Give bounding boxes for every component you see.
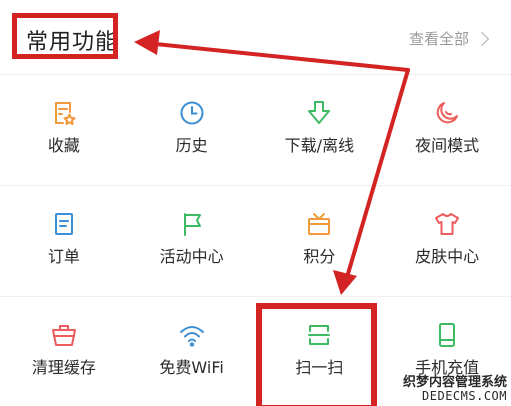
clear-cache-button[interactable]: 清理缓存 (0, 297, 128, 406)
moon-icon (433, 99, 461, 127)
basket-icon (50, 321, 78, 349)
history-button[interactable]: 历史 (128, 75, 256, 185)
free-wifi-button[interactable]: 免费WiFi (128, 297, 256, 406)
history-label: 历史 (175, 136, 208, 155)
night-mode-label: 夜间模式 (415, 136, 480, 155)
star-note-icon (50, 99, 78, 127)
download-offline-button[interactable]: 下载/离线 (256, 75, 384, 185)
points-button[interactable]: 积分 (256, 186, 384, 296)
activity-center-button[interactable]: 活动中心 (128, 186, 256, 296)
order-doc-icon (50, 210, 78, 238)
grid-row-2: 订单 活动中心 积分 皮肤中心 (0, 186, 511, 297)
orders-button[interactable]: 订单 (0, 186, 128, 296)
tshirt-icon (433, 210, 461, 238)
clock-icon (178, 99, 206, 127)
watermark: 织梦内容管理系统 DEDECMS.COM (402, 374, 507, 403)
favorites-label: 收藏 (47, 136, 80, 155)
night-mode-button[interactable]: 夜间模式 (383, 75, 511, 185)
phone-icon (433, 321, 461, 349)
chevron-right-icon (474, 31, 490, 46)
tv-points-icon (305, 210, 333, 238)
annotation-box-scan (256, 303, 377, 406)
skin-center-button[interactable]: 皮肤中心 (383, 186, 511, 296)
view-all-label: 查看全部 (408, 30, 469, 48)
download-offline-label: 下载/离线 (284, 136, 355, 155)
activity-center-label: 活动中心 (159, 247, 224, 266)
flag-icon (178, 210, 206, 238)
orders-label: 订单 (47, 247, 80, 266)
free-wifi-label: 免费WiFi (159, 358, 224, 377)
watermark-line-2: DEDECMS.COM (422, 388, 507, 403)
skin-center-label: 皮肤中心 (415, 247, 480, 266)
clear-cache-label: 清理缓存 (31, 358, 96, 377)
view-all-link[interactable]: 查看全部 (408, 28, 490, 49)
favorites-button[interactable]: 收藏 (0, 75, 128, 185)
annotation-box-title (12, 13, 118, 59)
points-label: 积分 (303, 247, 336, 266)
wifi-icon (178, 321, 206, 349)
screen: 常用功能 查看全部 收藏 历史 下载/离线 夜间模式 订单 活动中心 积分 皮肤… (0, 0, 511, 406)
download-arrow-icon (305, 99, 333, 127)
grid-row-1: 收藏 历史 下载/离线 夜间模式 (0, 75, 511, 186)
watermark-line-1: 织梦内容管理系统 (402, 374, 507, 390)
